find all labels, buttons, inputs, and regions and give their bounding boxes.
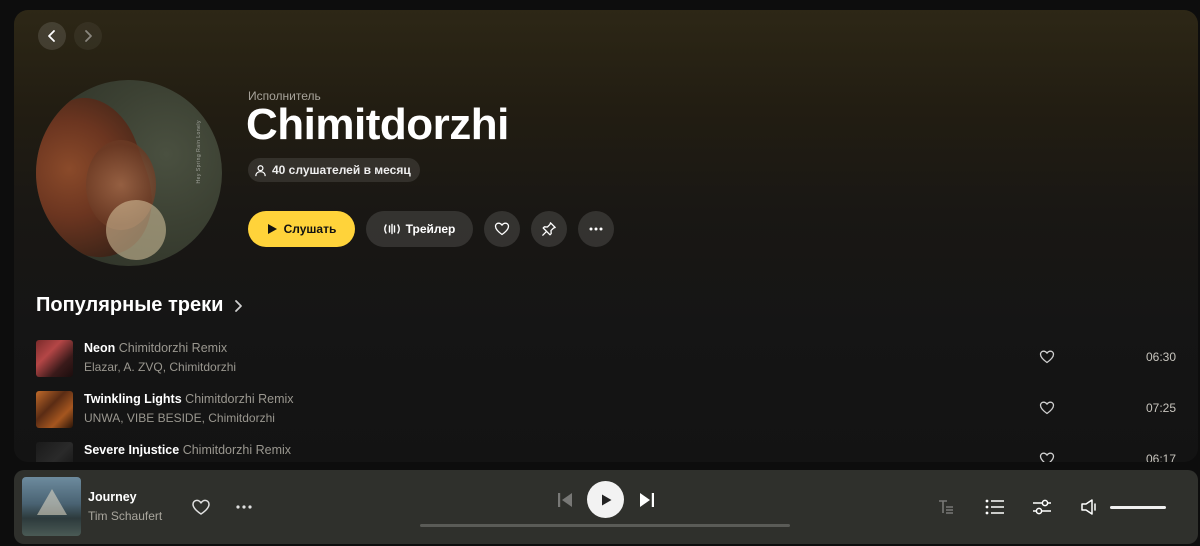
music-app: Hey Spring Rain Lonely Исполнитель Chimi… <box>0 0 1200 546</box>
user-icon <box>255 164 266 176</box>
cover-text: Hey Spring Rain Lonely <box>196 120 202 184</box>
track-title: Severe Injustice Chimitdorzhi Remix <box>84 443 292 457</box>
track-cover <box>36 442 73 462</box>
heart-icon[interactable] <box>191 498 211 516</box>
volume-slider[interactable] <box>1110 506 1166 509</box>
track-artists[interactable]: UNWA, VIBE BESIDE, Chimitdorzhi <box>84 411 275 425</box>
artist-actions: Слушать Трейлер <box>248 211 614 247</box>
track-duration: 07:25 <box>1145 401 1176 415</box>
trailer-wave-icon <box>383 223 400 235</box>
forward-button[interactable] <box>74 22 102 50</box>
lyrics-icon[interactable] <box>936 497 956 517</box>
more-options-button[interactable] <box>578 211 614 247</box>
track-row[interactable]: Severe Injustice Chimitdorzhi Remix 06:1… <box>36 440 1176 462</box>
now-playing-cover[interactable] <box>22 477 81 536</box>
pin-button[interactable] <box>531 211 567 247</box>
track-row[interactable]: Twinkling Lights Chimitdorzhi Remix UNWA… <box>36 389 1176 429</box>
artist-page: Hey Spring Rain Lonely Исполнитель Chimi… <box>14 10 1198 462</box>
chevron-right-icon <box>85 30 92 42</box>
play-icon <box>267 224 277 234</box>
track-row[interactable]: Neon Chimitdorzhi Remix Elazar, A. ZVQ, … <box>36 338 1176 378</box>
progress-bar[interactable] <box>420 524 790 527</box>
pin-icon <box>542 222 556 236</box>
track-cover <box>36 391 73 428</box>
heart-icon[interactable] <box>1039 400 1055 416</box>
artist-cover: Hey Spring Rain Lonely <box>36 80 222 266</box>
queue-icon[interactable] <box>984 497 1006 517</box>
chevron-right-icon <box>235 299 243 312</box>
more-dots-icon[interactable] <box>234 498 254 516</box>
chevron-left-icon <box>48 30 55 42</box>
track-duration: 06:17 <box>1145 452 1176 462</box>
next-track-icon[interactable] <box>638 491 656 509</box>
trailer-label: Трейлер <box>405 222 456 236</box>
prev-track-icon[interactable] <box>556 491 574 509</box>
listeners-badge: 40 слушателей в месяц <box>248 158 420 182</box>
heart-icon <box>494 222 510 236</box>
more-dots-icon <box>589 227 603 231</box>
listeners-count: 40 слушателей в месяц <box>272 163 411 177</box>
play-pause-button[interactable] <box>587 481 624 518</box>
trailer-button[interactable]: Трейлер <box>366 211 473 247</box>
track-cover <box>36 340 73 377</box>
track-title: Twinkling Lights Chimitdorzhi Remix <box>84 392 294 406</box>
popular-tracks-title[interactable]: Популярные треки <box>36 294 245 317</box>
listen-button[interactable]: Слушать <box>248 211 355 247</box>
heart-icon[interactable] <box>1039 349 1055 365</box>
track-artists[interactable]: Elazar, A. ZVQ, Chimitdorzhi <box>84 360 236 374</box>
popular-tracks-label: Популярные треки <box>36 294 224 316</box>
artist-name: Chimitdorzhi <box>246 100 509 149</box>
track-title: Neon Chimitdorzhi Remix <box>84 341 228 355</box>
equalizer-icon[interactable] <box>1031 497 1053 517</box>
player-bar: Journey Tim Schaufert <box>14 470 1198 544</box>
back-button[interactable] <box>38 22 66 50</box>
play-icon <box>601 494 611 505</box>
heart-icon[interactable] <box>1039 451 1055 462</box>
listen-label: Слушать <box>283 222 337 236</box>
volume-icon[interactable] <box>1079 497 1099 517</box>
now-playing-title[interactable]: Journey <box>88 490 137 504</box>
like-artist-button[interactable] <box>484 211 520 247</box>
now-playing-artist[interactable]: Tim Schaufert <box>88 509 162 523</box>
track-duration: 06:30 <box>1145 350 1176 364</box>
